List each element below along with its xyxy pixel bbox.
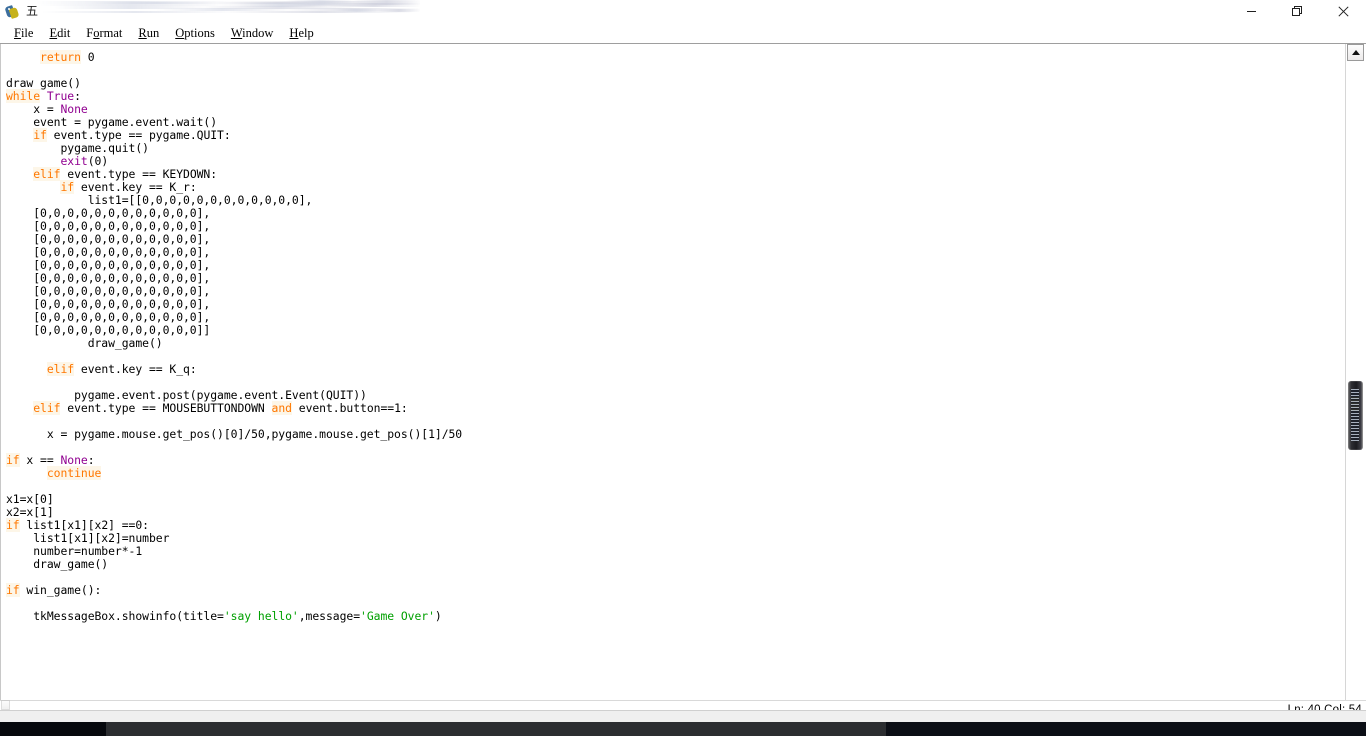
vertical-scrollbar[interactable]	[1345, 44, 1366, 700]
menu-item-file[interactable]: File	[6, 23, 41, 43]
horizontal-scrollbar[interactable]	[0, 700, 1366, 722]
menu-item-help[interactable]: Help	[281, 23, 321, 43]
code-token-kw: if	[60, 180, 75, 194]
code-token-kw: if	[6, 453, 20, 467]
code-token-kw: and	[271, 401, 292, 415]
menu-accelerator: E	[49, 26, 58, 40]
menu-item-window[interactable]: Window	[223, 23, 282, 43]
window-title: 五	[26, 4, 39, 18]
code-token-kw: elif	[46, 362, 75, 376]
taskbar-tray[interactable]	[1006, 722, 1366, 736]
code-token-kw: elif	[33, 401, 61, 415]
code-token-kw: while	[6, 89, 41, 103]
idle-editor-window: 五 File Edit Format Run Options Window Help	[0, 0, 1366, 722]
menu-accelerator: R	[138, 26, 147, 40]
taskbar-segment[interactable]	[886, 722, 1006, 736]
menu-accelerator: W	[230, 26, 243, 40]
scroll-up-arrow-icon[interactable]	[1347, 44, 1364, 61]
python-idle-icon	[4, 4, 21, 20]
menu-accelerator: H	[289, 26, 299, 40]
code-token-kw: return	[40, 50, 81, 64]
menu-bar: File Edit Format Run Options Window Help	[0, 23, 1366, 43]
window-controls	[1228, 0, 1366, 23]
code-token-kw: if	[33, 128, 47, 142]
title-bar-left: 五	[0, 0, 425, 23]
minimize-button[interactable]	[1228, 0, 1274, 23]
code-token-bi: None	[60, 453, 88, 467]
code-token-kw: continue	[46, 466, 102, 480]
menu-accelerator: o	[93, 26, 100, 40]
code-token-bi: True	[46, 89, 75, 103]
maximize-restore-button[interactable]	[1274, 0, 1320, 23]
source-code[interactable]: return 0 draw_game() while True: x = Non…	[6, 50, 462, 623]
close-button[interactable]	[1320, 0, 1366, 23]
status-bar: Ln: 40 Col: 54	[0, 700, 1366, 722]
editor-area: return 0 draw_game() while True: x = Non…	[0, 43, 1366, 700]
menu-accelerator: F	[14, 26, 21, 40]
code-token-kw: elif	[33, 167, 61, 181]
vertical-scrollbar-thumb[interactable]	[1348, 381, 1363, 450]
title-bar[interactable]: 五	[0, 0, 1366, 23]
code-token-bi: exit	[60, 154, 88, 168]
menu-item-edit[interactable]: Edit	[41, 23, 78, 43]
code-token-str: 'say hello'	[223, 609, 299, 623]
taskbar-active-window[interactable]	[106, 722, 886, 736]
os-taskbar[interactable]	[0, 722, 1366, 736]
code-token-bi: None	[60, 102, 88, 116]
horizontal-scrollbar-thumb[interactable]	[1, 700, 10, 710]
menu-item-run[interactable]: Run	[130, 23, 167, 43]
menu-item-format[interactable]: Format	[78, 23, 130, 43]
title-render-artifact	[36, 0, 420, 23]
code-token-str: 'Game Over'	[360, 609, 435, 623]
menu-item-options[interactable]: Options	[167, 23, 223, 43]
menu-accelerator: O	[175, 26, 185, 40]
code-text-area[interactable]: return 0 draw_game() while True: x = Non…	[0, 44, 1345, 700]
code-token-kw: if	[6, 518, 20, 532]
code-token-kw: if	[6, 583, 20, 597]
